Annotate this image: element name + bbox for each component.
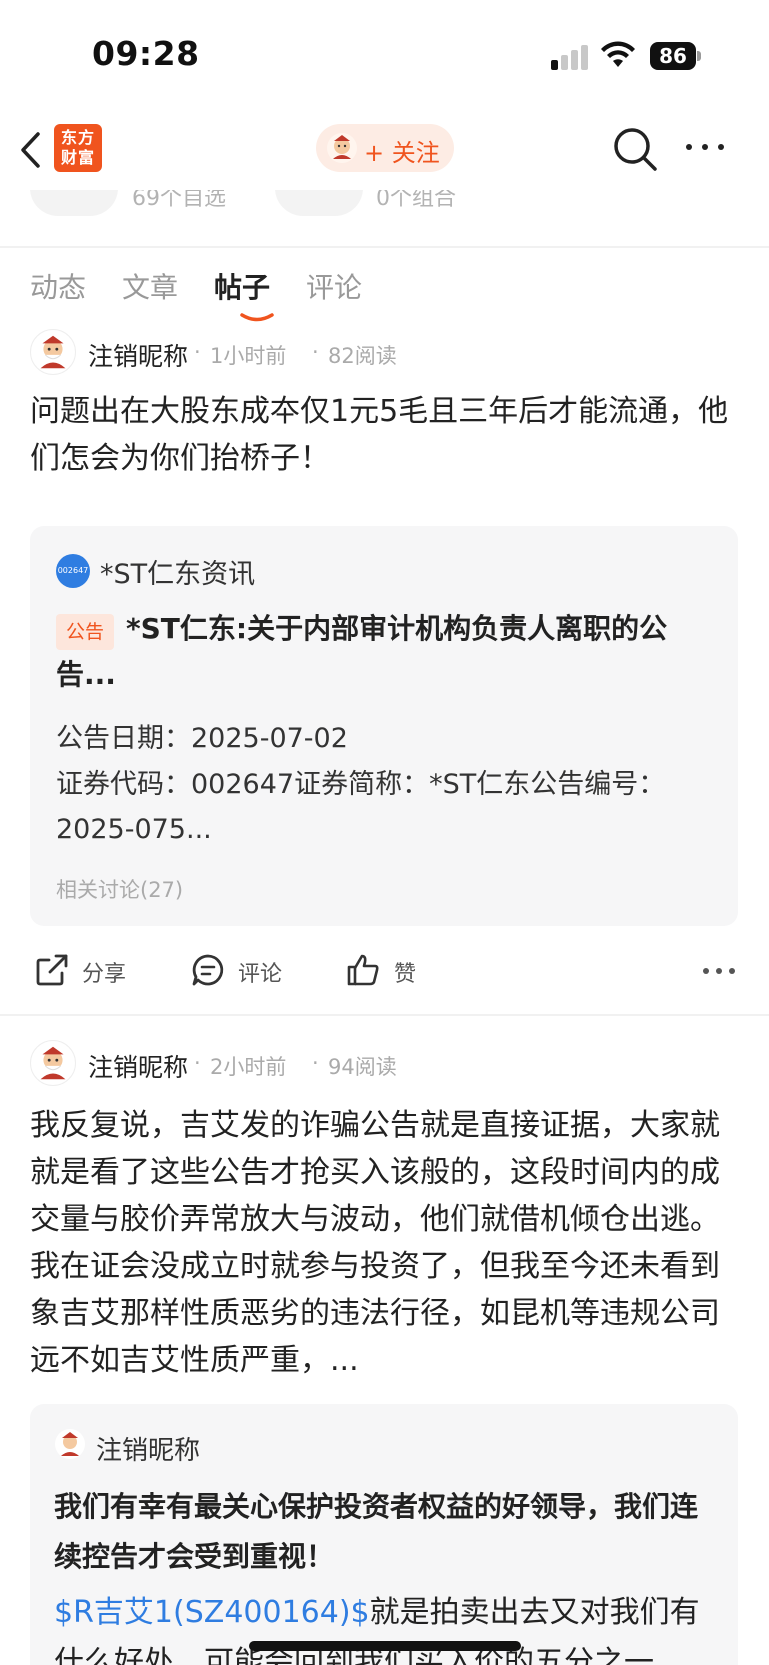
post-more-icon[interactable] [703,968,735,974]
author-avatar[interactable] [30,329,76,375]
quoted-author-avatar [55,1429,85,1459]
tab-articles[interactable]: 文章 [122,266,178,306]
tab-comments[interactable]: 评论 [306,266,362,306]
status-time: 09:28 [92,34,200,73]
cellular-signal-icon [551,44,591,70]
meta-separator: · [194,340,201,364]
logo-text-top: 东方 [60,128,95,147]
follow-label: + 关注 [364,139,440,167]
app-logo[interactable]: 东方 财富 [54,124,102,172]
thumbs-up-icon [347,954,379,986]
wifi-icon [601,41,635,67]
nav-bar: 东方 财富 + 关注 [0,110,769,190]
battery-level: 86 [650,42,696,70]
comment-label: 评论 [238,962,283,987]
share-icon [36,954,68,986]
quoted-text: $R吉艾1(SZ400164)$就是拍卖出去又对我们有什么好处，可能会回到我们买… [54,1588,724,1665]
status-bar: 09:28 86 [0,0,769,110]
search-icon[interactable] [612,126,658,172]
post-time: 2小时前 [210,1055,287,1079]
follow-button[interactable]: + 关注 [316,124,454,172]
announcement-summary: 证券代码：002647证券简称：*ST仁东公告编号：2025-075... [56,769,666,845]
meta-separator: · [312,1051,319,1075]
post-header: 注销昵称 · 2小时前 · 94阅读 [30,1040,730,1088]
active-tab-indicator [240,313,274,322]
author-name[interactable]: 注销昵称 [88,1048,188,1084]
stock-code-icon: 002647 [56,554,90,588]
like-button[interactable]: 赞 [346,948,436,994]
announcement-date: 公告日期：2025-07-02 [56,723,348,754]
like-label: 赞 [394,962,417,987]
author-avatar[interactable] [30,1040,76,1086]
comment-button[interactable]: 评论 [190,948,300,994]
back-arrow-icon[interactable] [18,130,44,170]
user-avatar-icon [327,133,357,163]
share-button[interactable]: 分享 [34,948,144,994]
post-time: 1小时前 [210,344,287,368]
quoted-post-card[interactable]: 注销昵称 我们有幸有最关心保护投资者权益的好领导，我们连续控告才会受到重视！ $… [30,1404,738,1665]
stock-link[interactable]: $R吉艾1(SZ400164)$ [54,1595,370,1630]
author-name[interactable]: 注销昵称 [88,337,188,373]
post-header: 注销昵称 · 1小时前 · 82阅读 [30,329,730,377]
more-options-icon[interactable] [684,144,726,154]
read-count: 82阅读 [328,344,397,368]
card-title: *ST仁东:关于内部审计机构负责人离职的公告... [56,612,668,691]
post-body[interactable]: 我反复说，吉艾发的诈骗公告就是直接证据，大家就就是看了这些公告才抢买入该般的，这… [30,1102,742,1384]
battery-icon: 86 [650,42,702,70]
quoted-author-name: 注销昵称 [96,1436,201,1466]
card-source: *ST仁东资讯 [100,559,256,590]
share-label: 分享 [82,962,127,987]
logo-text-bottom: 财富 [60,148,95,167]
meta-separator: · [312,340,319,364]
announcement-card[interactable]: 002647 *ST仁东资讯 公告 *ST仁东:关于内部审计机构负责人离职的公告… [30,526,738,926]
post-body[interactable]: 问题出在大股东成夲仅1元5毛且三年后才能流通，他们怎会为你们抬桥子！ [30,388,742,482]
post-actions: 分享 评论 赞 [30,948,742,994]
related-discussions[interactable]: 相关讨论(27) [56,874,183,904]
read-count: 94阅读 [328,1055,397,1079]
content-tabs: 动态 文章 帖子 评论 [0,266,769,326]
home-indicator [249,1641,521,1651]
post-divider [0,1014,769,1016]
tab-activity[interactable]: 动态 [30,266,86,306]
quoted-headline: 我们有幸有最关心保护投资者权益的好领导，我们连续控告才会受到重视！ [54,1490,699,1573]
tab-posts[interactable]: 帖子 [214,266,270,306]
meta-separator: · [194,1051,201,1075]
comment-icon [192,954,224,986]
section-divider [0,246,769,248]
